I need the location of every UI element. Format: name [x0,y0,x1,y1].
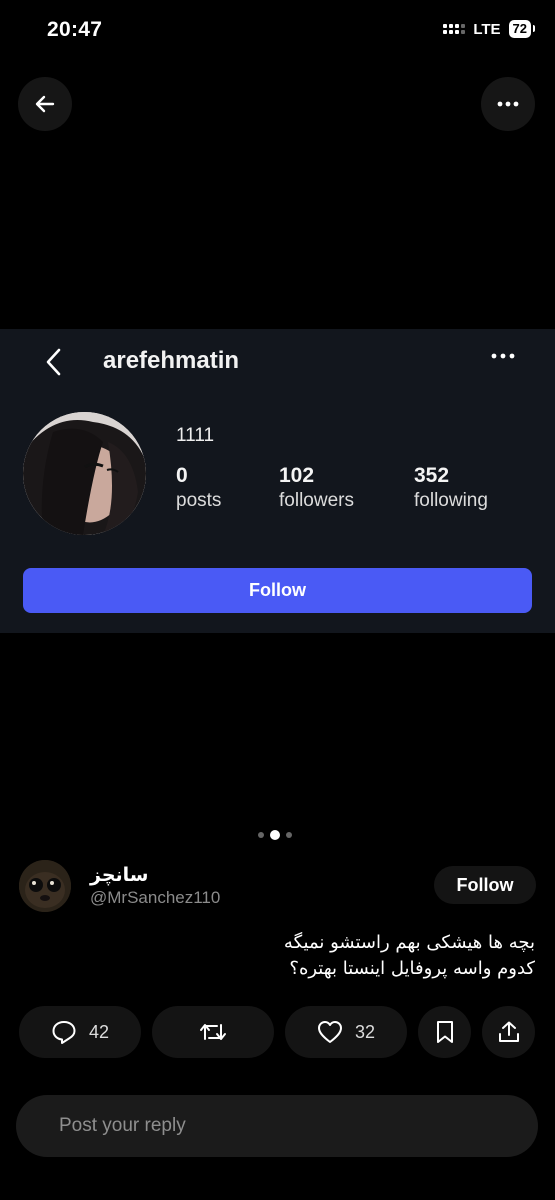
network-label: LTE [473,20,501,38]
author-handle[interactable]: @MrSanchez110 [90,888,220,908]
bookmark-button[interactable] [418,1006,471,1058]
reply-input[interactable]: Post your reply [16,1095,538,1157]
reply-button[interactable]: 42 [19,1006,141,1058]
ig-stat-number: 102 [279,464,315,487]
carousel-dot-active[interactable] [270,830,280,840]
media-image[interactable]: arefehmatin 1111 0 posts 102 followers 3… [0,329,555,633]
ig-stat-number: 352 [414,464,450,487]
back-arrow-icon [35,95,55,113]
ig-stat-number: 0 [176,464,188,487]
author-name[interactable]: سانچز [90,864,148,887]
ig-stat-following: 352 following [414,464,488,512]
more-icon [497,101,519,107]
carousel-dot[interactable] [258,832,264,838]
carousel-dot[interactable] [286,832,292,838]
reply-count: 42 [88,1021,110,1042]
carousel-indicator [258,830,292,840]
more-options-button[interactable] [481,77,535,131]
post-text-line: کدوم واسه پروفایل اینستا بهتره؟ [289,958,535,979]
like-count: 32 [354,1021,376,1042]
author-avatar[interactable] [19,860,71,912]
ig-follow-button: Follow [23,568,532,613]
signal-icon [443,24,466,34]
retweet-button[interactable] [152,1006,274,1058]
tweet-media-viewer: 20:47 LTE 72 arefehmatin 1111 0 posts 10… [0,0,555,1200]
share-button[interactable] [482,1006,535,1058]
retweet-icon [200,1024,226,1040]
ig-profile-photo [23,412,146,535]
heart-icon [317,1021,342,1043]
like-button[interactable]: 32 [285,1006,407,1058]
status-indicators: LTE 72 [443,20,536,38]
ig-stat-posts: 0 posts [176,464,221,512]
ig-full-name: 1111 [176,425,215,446]
post-text-line: بچه ها هیشکی بهم راستشو نمیگه [283,932,535,953]
post-text: بچه ها هیشکی بهم راستشو نمیگه کدوم واسه … [55,930,535,982]
ig-stat-label: following [414,490,488,511]
status-time: 20:47 [47,18,103,41]
ig-more-icon [491,353,515,359]
ig-stat-label: followers [279,490,354,511]
battery-icon: 72 [508,20,536,38]
share-icon [498,1021,519,1042]
ig-stat-label: posts [176,490,222,511]
ig-username: arefehmatin [103,347,240,374]
follow-button[interactable]: Follow [434,866,536,904]
bookmark-icon [436,1021,453,1043]
ig-stat-followers: 102 followers [279,464,354,512]
back-button[interactable] [18,77,72,131]
chevron-left-icon [46,348,61,376]
reply-icon [52,1021,76,1044]
